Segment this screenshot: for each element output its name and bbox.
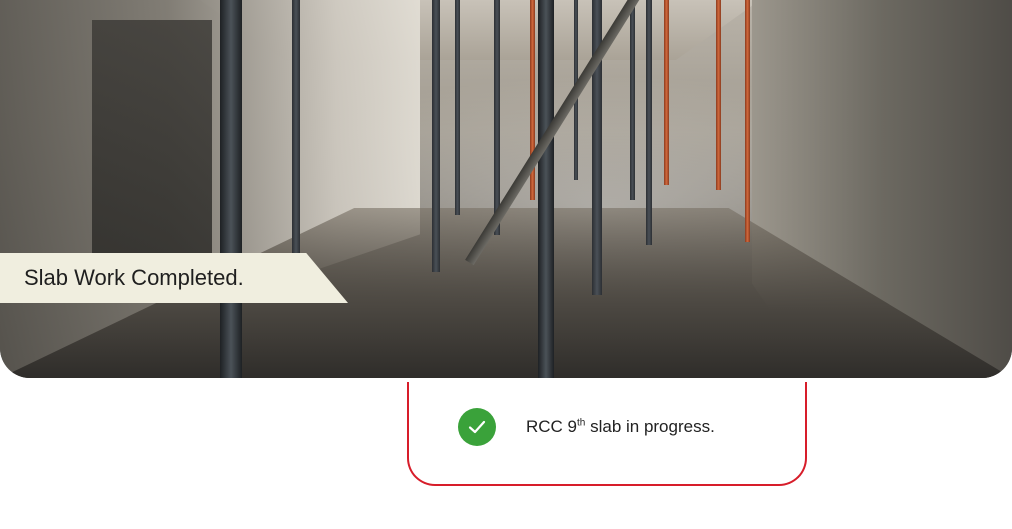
site-photo: Slab Work Completed. [0,0,1012,378]
prop-pole [664,0,669,185]
status-text: RCC 9th slab in progress. [526,417,715,437]
prop-pole [292,0,300,290]
prop-pole [745,0,750,242]
prop-pole [432,0,440,272]
status-text-prefix: RCC 9 [526,417,578,436]
prop-pole [455,0,460,215]
status-text-suffix: slab in progress. [585,417,715,436]
prop-pole [220,0,242,378]
prop-pole [494,0,500,235]
page: Slab Work Completed. RCC 9th slab in pro… [0,0,1012,529]
status-card: RCC 9th slab in progress. [407,382,807,486]
prop-pole [646,0,652,245]
checkmark-icon [468,420,486,434]
check-circle-icon [458,408,496,446]
photo-caption-tag: Slab Work Completed. [0,253,348,303]
prop-pole [538,0,554,378]
photo-caption: Slab Work Completed. [24,265,244,290]
wall-opening [92,20,212,270]
prop-pole [630,0,635,200]
prop-pole [716,0,721,190]
